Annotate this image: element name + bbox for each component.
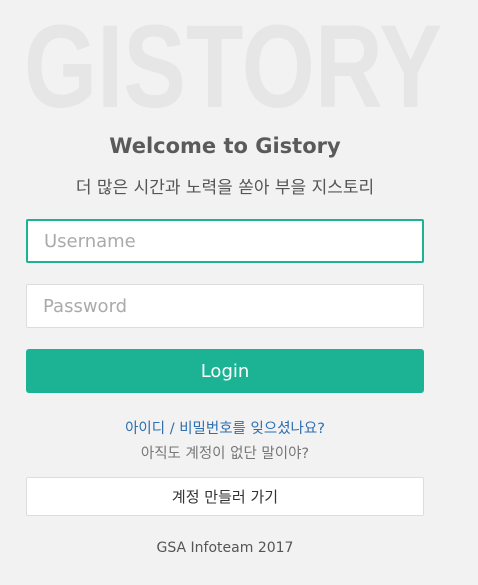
page-title: Welcome to Gistory [109, 134, 341, 158]
password-input[interactable] [26, 284, 424, 328]
gistory-logo: GISTORY [24, 10, 442, 120]
footer-credit: GSA Infoteam 2017 [156, 540, 294, 556]
gistory-logo-text: GISTORY [24, 10, 442, 120]
login-button[interactable]: Login [26, 349, 424, 393]
create-account-button[interactable]: 계정 만들러 가기 [26, 477, 424, 516]
no-account-text: 아직도 계정이 없단 말이야? [140, 446, 310, 462]
page-subtitle: 더 많은 시간과 노력을 쏟아 부을 지스토리 [75, 178, 375, 198]
forgot-credentials-link[interactable]: 아이디 / 비밀번호를 잊으셨나요? [0, 417, 450, 438]
username-input[interactable] [26, 219, 424, 263]
